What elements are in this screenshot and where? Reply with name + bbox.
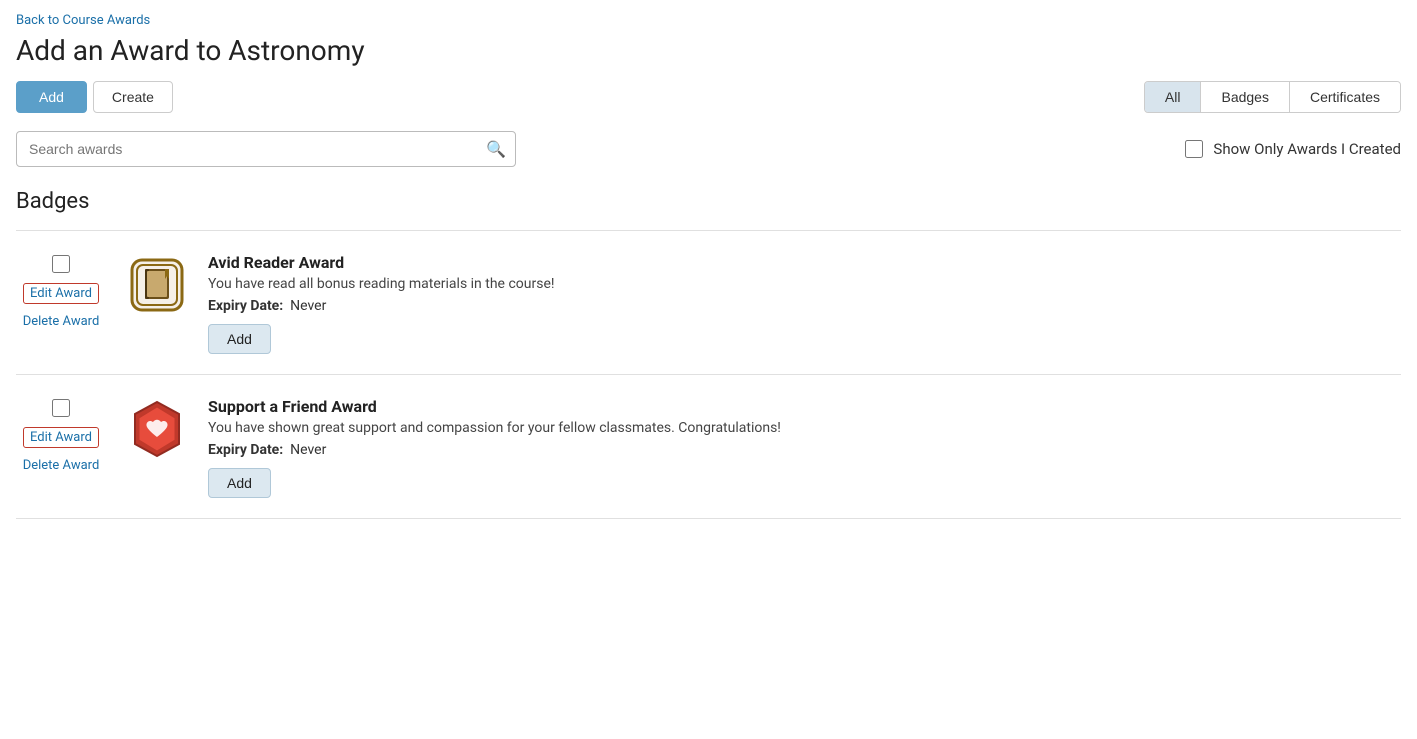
show-only-filter: Show Only Awards I Created [1185, 140, 1401, 158]
award-details-2: Support a Friend Award You have shown gr… [208, 395, 1401, 498]
award-item-support-friend: Edit Award Delete Award Support a Friend… [16, 375, 1401, 519]
search-input[interactable] [16, 131, 516, 167]
back-to-course-awards-link[interactable]: Back to Course Awards [16, 13, 150, 28]
award-name-1: Avid Reader Award [208, 253, 1401, 272]
show-only-label: Show Only Awards I Created [1213, 140, 1401, 158]
award-checkbox-col-1: Edit Award Delete Award [16, 251, 106, 329]
expiry-value-2: Never [290, 442, 326, 458]
award-details-1: Avid Reader Award You have read all bonu… [208, 251, 1401, 354]
award-icon-col-1 [122, 251, 192, 315]
badges-section-title: Badges [16, 189, 1401, 214]
support-friend-badge-icon [127, 399, 187, 459]
award-add-button-1[interactable]: Add [208, 324, 271, 354]
award-item-avid-reader: Edit Award Delete Award Avid Reader Awar… [16, 231, 1401, 375]
add-button[interactable]: Add [16, 81, 87, 113]
edit-award-link-1[interactable]: Edit Award [23, 283, 99, 304]
award-checkbox-2[interactable] [52, 399, 70, 417]
search-filter-row: 🔍 Show Only Awards I Created [16, 131, 1401, 167]
show-only-checkbox[interactable] [1185, 140, 1203, 158]
award-icon-col-2 [122, 395, 192, 459]
award-desc-1: You have read all bonus reading material… [208, 276, 1401, 292]
delete-award-link-1[interactable]: Delete Award [23, 314, 100, 329]
edit-award-link-2[interactable]: Edit Award [23, 427, 99, 448]
search-container: 🔍 [16, 131, 516, 167]
primary-actions: Add Create [16, 81, 173, 113]
award-name-2: Support a Friend Award [208, 397, 1401, 416]
expiry-label-2: Expiry Date: [208, 442, 283, 458]
avid-reader-badge-icon [127, 255, 187, 315]
tab-certificates[interactable]: Certificates [1290, 82, 1400, 112]
page-title: Add an Award to Astronomy [16, 34, 1401, 67]
tab-all[interactable]: All [1145, 82, 1202, 112]
award-expiry-2: Expiry Date: Never [208, 442, 1401, 458]
type-tabs: All Badges Certificates [1144, 81, 1401, 113]
award-checkbox-1[interactable] [52, 255, 70, 273]
expiry-value-1: Never [290, 298, 326, 314]
top-bar: Add Create All Badges Certificates [16, 81, 1401, 113]
award-list: Edit Award Delete Award Avid Reader Awar… [16, 230, 1401, 519]
delete-award-link-2[interactable]: Delete Award [23, 458, 100, 473]
award-expiry-1: Expiry Date: Never [208, 298, 1401, 314]
expiry-label-1: Expiry Date: [208, 298, 283, 314]
award-desc-2: You have shown great support and compass… [208, 420, 1401, 436]
award-checkbox-col-2: Edit Award Delete Award [16, 395, 106, 473]
tab-badges[interactable]: Badges [1201, 82, 1289, 112]
create-button[interactable]: Create [93, 81, 173, 113]
award-add-button-2[interactable]: Add [208, 468, 271, 498]
